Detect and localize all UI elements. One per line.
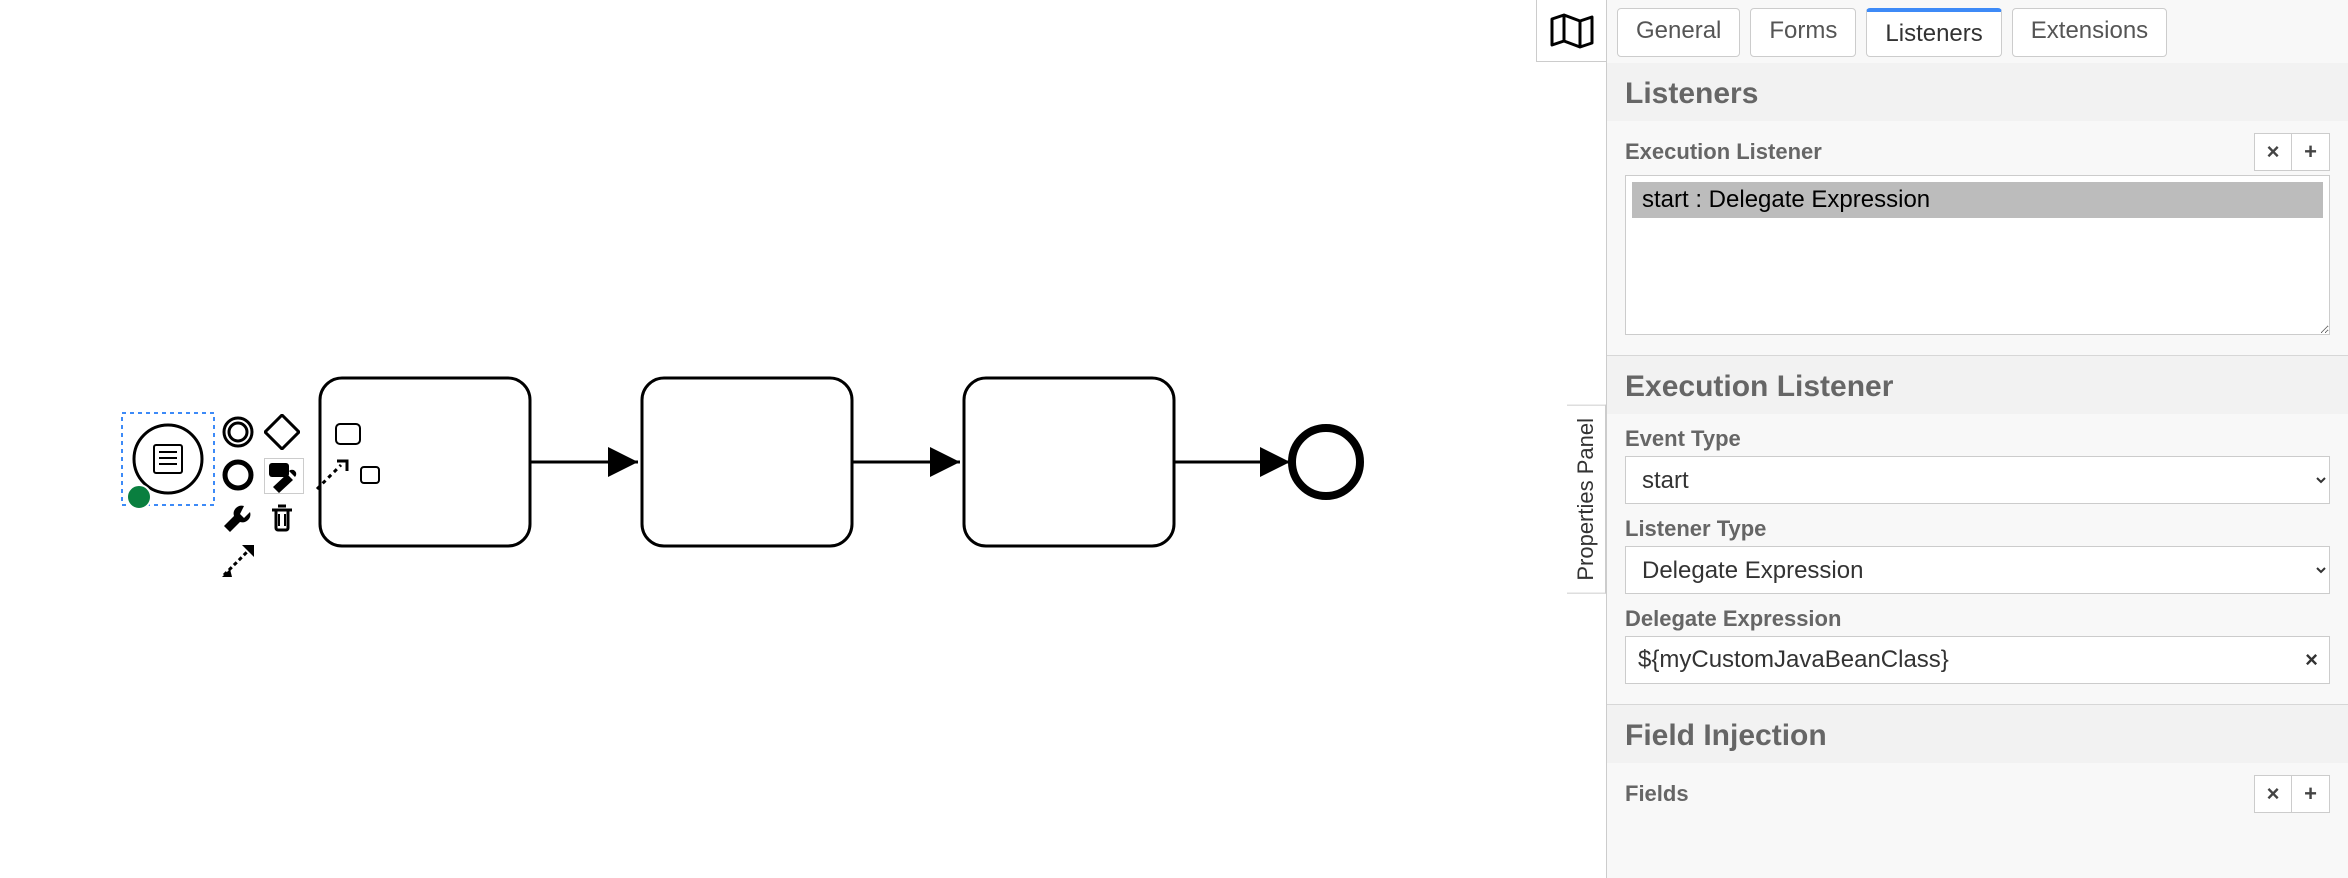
execution-listener-section-header: Execution Listener: [1607, 355, 2348, 414]
listener-type-label: Listener Type: [1625, 516, 1766, 542]
trash-icon[interactable]: [264, 500, 300, 536]
event-type-label: Event Type: [1625, 426, 1741, 452]
execution-listener-list-label: Execution Listener: [1625, 139, 1822, 165]
execution-listener-list[interactable]: start : Delegate Expression: [1625, 175, 2330, 335]
event-type-select[interactable]: start: [1625, 456, 2330, 504]
add-field-button[interactable]: +: [2292, 775, 2330, 813]
diagram-canvas[interactable]: Properties Panel: [0, 0, 1606, 878]
delegate-expression-input[interactable]: [1625, 636, 2330, 684]
tab-listeners[interactable]: Listeners: [1866, 8, 2001, 57]
properties-panel: General Forms Listeners Extensions Liste…: [1606, 0, 2348, 878]
tab-general[interactable]: General: [1617, 8, 1740, 57]
task-2[interactable]: [642, 378, 852, 546]
wrench-icon[interactable]: [220, 500, 256, 536]
listener-badge: [126, 484, 152, 510]
subprocess-icon[interactable]: [357, 457, 393, 493]
field-injection-section-header: Field Injection: [1607, 704, 2348, 763]
end-event[interactable]: [1292, 428, 1360, 496]
properties-panel-toggle-label: Properties Panel: [1573, 418, 1598, 581]
context-pad: [218, 412, 395, 584]
tab-bar: General Forms Listeners Extensions: [1607, 0, 2348, 57]
annotation-icon[interactable]: [264, 458, 304, 494]
start-event[interactable]: [134, 425, 202, 493]
conditional-flow-icon[interactable]: [220, 543, 256, 579]
add-listener-button[interactable]: +: [2292, 133, 2330, 171]
delegate-expression-label: Delegate Expression: [1625, 606, 1841, 632]
list-item[interactable]: start : Delegate Expression: [1632, 182, 2323, 218]
listeners-section-header: Listeners: [1607, 63, 2348, 121]
remove-field-button[interactable]: ×: [2254, 775, 2292, 813]
end-event-icon[interactable]: [220, 457, 256, 493]
tab-forms[interactable]: Forms: [1750, 8, 1856, 57]
intermediate-event-icon[interactable]: [220, 414, 256, 450]
listener-type-select[interactable]: Delegate Expression: [1625, 546, 2330, 594]
connect-icon[interactable]: [313, 457, 349, 493]
properties-panel-toggle[interactable]: Properties Panel: [1567, 405, 1606, 594]
fields-label: Fields: [1625, 781, 1689, 807]
tab-extensions[interactable]: Extensions: [2012, 8, 2167, 57]
task-3[interactable]: [964, 378, 1174, 546]
remove-listener-button[interactable]: ×: [2254, 133, 2292, 171]
clear-input-button[interactable]: ×: [2305, 647, 2318, 673]
gateway-icon[interactable]: [264, 414, 300, 450]
